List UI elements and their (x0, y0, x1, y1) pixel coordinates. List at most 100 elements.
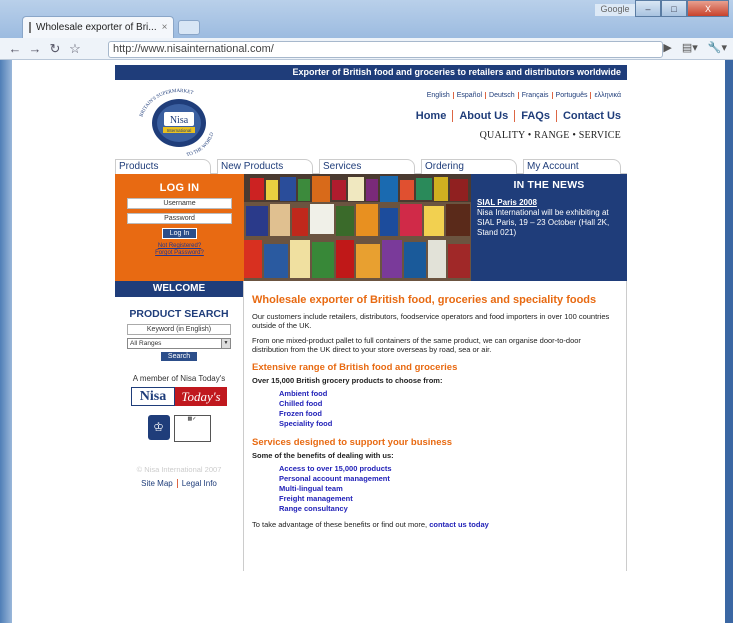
address-bar[interactable]: http://www.nisainternational.com/ (108, 41, 663, 58)
range-chilled-link[interactable]: Chilled food (279, 399, 618, 409)
range-select[interactable]: All Ranges ▼ (127, 338, 231, 349)
nisa-todays-logo[interactable]: Nisa Today's (131, 387, 227, 406)
reload-icon[interactable]: ↻ (48, 41, 62, 57)
legal-info-link[interactable]: Legal Info (176, 479, 217, 488)
intro-paragraph-2: From one mixed-product pallet to full co… (252, 336, 581, 354)
desktop-right-edge (725, 60, 733, 623)
language-selector: English Español Deutsch Français Português ελ… (427, 92, 621, 99)
minimize-button[interactable]: – (635, 0, 661, 17)
content-heading: Wholesale exporter of British food, groc… (252, 294, 597, 306)
footer-links: Site Map Legal Info (115, 479, 243, 488)
keyword-input[interactable]: Keyword (in English) (127, 324, 231, 335)
contact-us-link[interactable]: contact us today (429, 520, 489, 529)
logo-name: Nisa (170, 115, 189, 126)
nisa-todays-logo-right: Today's (175, 387, 227, 406)
range-heading: Extensive range of British food and groc… (252, 362, 458, 373)
nav-home[interactable]: Home (416, 110, 447, 122)
product-search-title: PRODUCT SEARCH (129, 308, 229, 320)
page-menu-icon[interactable]: ▤▾ (682, 41, 698, 54)
product-search: PRODUCT SEARCH Keyword (in English) All … (115, 308, 243, 361)
service-account-link[interactable]: Personal account management (279, 474, 618, 484)
username-field[interactable]: Username (127, 198, 232, 209)
news-title: IN THE NEWS (513, 179, 585, 191)
service-freight-link[interactable]: Freight management (279, 494, 618, 504)
tab-close-icon[interactable]: × (162, 22, 168, 33)
logo-badge: International (167, 128, 192, 133)
nav-contact-us[interactable]: Contact Us (555, 110, 621, 122)
copyright: © Nisa International 2007 (136, 465, 222, 474)
member-text: A member of Nisa Today's (132, 374, 226, 383)
lang-francais[interactable]: Français (517, 92, 549, 99)
browser-toolbar: ← → ↻ ☆ http://www.nisainternational.com… (0, 38, 733, 60)
left-sidebar: WELCOME PRODUCT SEARCH Keyword (in Engli… (115, 281, 244, 571)
tab-services[interactable]: Services (319, 159, 415, 174)
tab-my-account[interactable]: My Account (523, 159, 621, 174)
lang-portugues[interactable]: Português (551, 92, 588, 99)
lang-espanol[interactable]: Español (452, 92, 483, 99)
category-tabs: Products New Products Services Ordering … (115, 159, 627, 174)
service-multilingual-link[interactable]: Multi-lingual team (279, 484, 618, 494)
main-content: Wholesale exporter of British food, groc… (244, 281, 627, 571)
login-button[interactable]: Log In (161, 228, 198, 239)
tab-products[interactable]: Products (115, 159, 211, 174)
nisa-logo[interactable]: BRITAIN'S SUPERMARKET TO THE WORLD Nisa … (127, 86, 230, 156)
service-products-link[interactable]: Access to over 15,000 products (279, 464, 618, 474)
nisa-todays-logo-left: Nisa (131, 387, 175, 406)
certification-logos: ♔ ▩✓ (115, 415, 243, 442)
news-panel: IN THE NEWS SIAL Paris 2008 Nisa Interna… (471, 174, 627, 281)
maximize-button[interactable]: □ (661, 0, 687, 17)
password-field[interactable]: Password (127, 213, 232, 224)
lang-english[interactable]: English (427, 92, 450, 99)
range-frozen-link[interactable]: Frozen food (279, 409, 618, 419)
window-controls: – □ X (635, 0, 729, 17)
page-icon (29, 22, 31, 33)
close-window-button[interactable]: X (687, 0, 729, 17)
desktop-left-edge (0, 60, 12, 623)
wrench-icon[interactable]: 🔧▾ (708, 41, 727, 54)
range-ambient-link[interactable]: Ambient food (279, 389, 618, 399)
lang-greek[interactable]: ελληνικά (590, 92, 621, 99)
browser-titlebar: Wholesale exporter of Bri... × Google – … (0, 0, 733, 38)
nav-about-us[interactable]: About Us (452, 110, 509, 122)
page-viewport: Exporter of British food and groceries t… (12, 60, 725, 623)
nav-faqs[interactable]: FAQs (514, 110, 550, 122)
go-arrow-icon[interactable]: ▶ (663, 41, 671, 54)
queens-award-icon: ♔ (147, 415, 170, 440)
google-search-label: Google (595, 4, 635, 16)
closing-paragraph: To take advantage of these benefits or f… (252, 520, 618, 529)
tab-title: Wholesale exporter of Bri... (36, 22, 157, 33)
browser-tab[interactable]: Wholesale exporter of Bri... × (22, 16, 174, 38)
range-intro: Over 15,000 British grocery products to … (252, 376, 443, 385)
forward-arrow-icon[interactable]: → (28, 41, 42, 56)
star-icon[interactable]: ☆ (68, 41, 82, 57)
forgot-password-link[interactable]: Forgot Password? (115, 250, 244, 256)
range-list: Ambient food Chilled food Frozen food Sp… (279, 389, 618, 429)
back-arrow-icon[interactable]: ← (8, 41, 22, 56)
services-intro: Some of the benefits of dealing with us: (252, 451, 394, 460)
tab-new-products[interactable]: New Products (217, 159, 313, 174)
news-body: Nisa International will be exhibiting at… (477, 208, 610, 237)
search-button[interactable]: Search (160, 352, 198, 361)
service-range-link[interactable]: Range consultancy (279, 504, 618, 514)
login-panel: LOG IN Username Password Log In Not Regi… (115, 174, 244, 281)
services-heading: Services designed to support your busine… (252, 437, 453, 448)
range-speciality-link[interactable]: Speciality food (279, 419, 618, 429)
range-select-value: All Ranges (130, 340, 162, 347)
main-row: WELCOME PRODUCT SEARCH Keyword (in Engli… (115, 281, 627, 571)
hero-row: LOG IN Username Password Log In Not Regi… (115, 174, 627, 281)
tab-ordering[interactable]: Ordering (421, 159, 517, 174)
not-registered-link[interactable]: Not Registered? (115, 243, 244, 249)
quality-cert-icon: ▩✓ (173, 415, 211, 442)
new-tab-button[interactable] (178, 20, 200, 35)
site-header: BRITAIN'S SUPERMARKET TO THE WORLD Nisa … (115, 80, 627, 159)
intro-paragraph-1: Our customers include retailers, distrib… (252, 312, 610, 330)
lang-deutsch[interactable]: Deutsch (485, 92, 515, 99)
login-title: LOG IN (159, 182, 200, 194)
main-nav: Home About Us FAQs Contact Us (416, 110, 621, 122)
site-map-link[interactable]: Site Map (141, 479, 173, 488)
dropdown-arrow-icon[interactable]: ▼ (221, 339, 230, 348)
tagline: QUALITY • RANGE • SERVICE (479, 130, 621, 141)
services-list: Access to over 15,000 products Personal … (279, 464, 618, 514)
top-banner: Exporter of British food and groceries t… (115, 65, 627, 80)
news-headline-link[interactable]: SIAL Paris 2008 (477, 198, 621, 207)
